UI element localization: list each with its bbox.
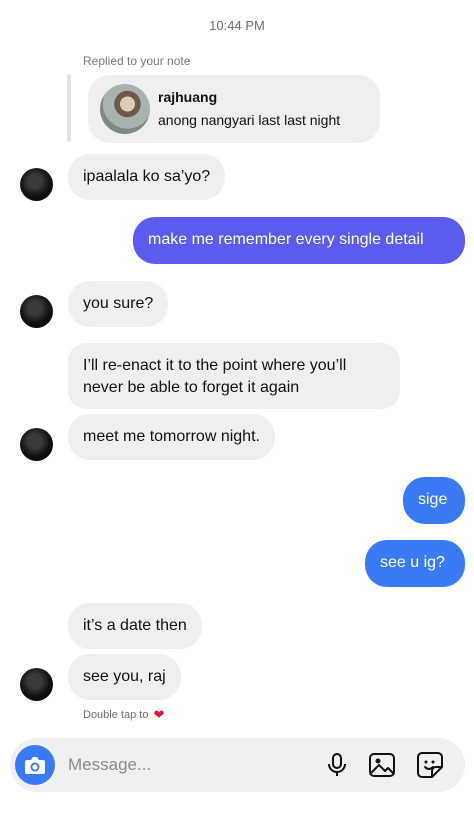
incoming-message[interactable]: it’s a date then (68, 603, 202, 649)
incoming-message[interactable]: see you, raj (68, 654, 181, 700)
note-author-avatar[interactable] (100, 84, 150, 134)
message-timestamp: 10:44 PM (209, 18, 265, 33)
message-input[interactable] (68, 753, 298, 777)
incoming-message[interactable]: you sure? (68, 281, 169, 327)
microphone-icon (328, 753, 346, 776)
outgoing-message[interactable]: sige (403, 477, 465, 524)
note-username: rajhuang (158, 89, 218, 105)
note-text: anong nangyari last last night (158, 112, 341, 128)
sticker-icon (417, 752, 443, 778)
message-composer (10, 738, 465, 792)
reply-indicator-bar (67, 74, 71, 142)
double-tap-hint: Double tap to ❤ (83, 707, 164, 723)
camera-icon (25, 757, 45, 774)
camera-button[interactable] (15, 745, 55, 785)
incoming-message[interactable]: ipaalala ko sa’yo? (68, 154, 226, 200)
reply-label: Replied to your note (83, 54, 191, 68)
sticker-button[interactable] (415, 750, 445, 780)
gallery-button[interactable] (367, 750, 397, 780)
sender-avatar[interactable] (20, 168, 53, 201)
heart-icon: ❤ (153, 707, 165, 722)
microphone-button[interactable] (322, 750, 352, 780)
replied-note-card[interactable]: rajhuang anong nangyari last last night (88, 75, 380, 143)
outgoing-message[interactable]: see u ig? (365, 540, 465, 587)
sender-avatar[interactable] (20, 295, 53, 328)
sender-avatar[interactable] (20, 428, 53, 461)
gallery-icon (369, 753, 395, 777)
incoming-message[interactable]: I’ll re-enact it to the point where you’… (68, 343, 400, 409)
incoming-message[interactable]: meet me tomorrow night. (68, 414, 275, 460)
outgoing-message[interactable]: make me remember every single detail (133, 217, 465, 264)
sender-avatar[interactable] (20, 668, 53, 701)
double-tap-label: Double tap to (83, 709, 149, 721)
